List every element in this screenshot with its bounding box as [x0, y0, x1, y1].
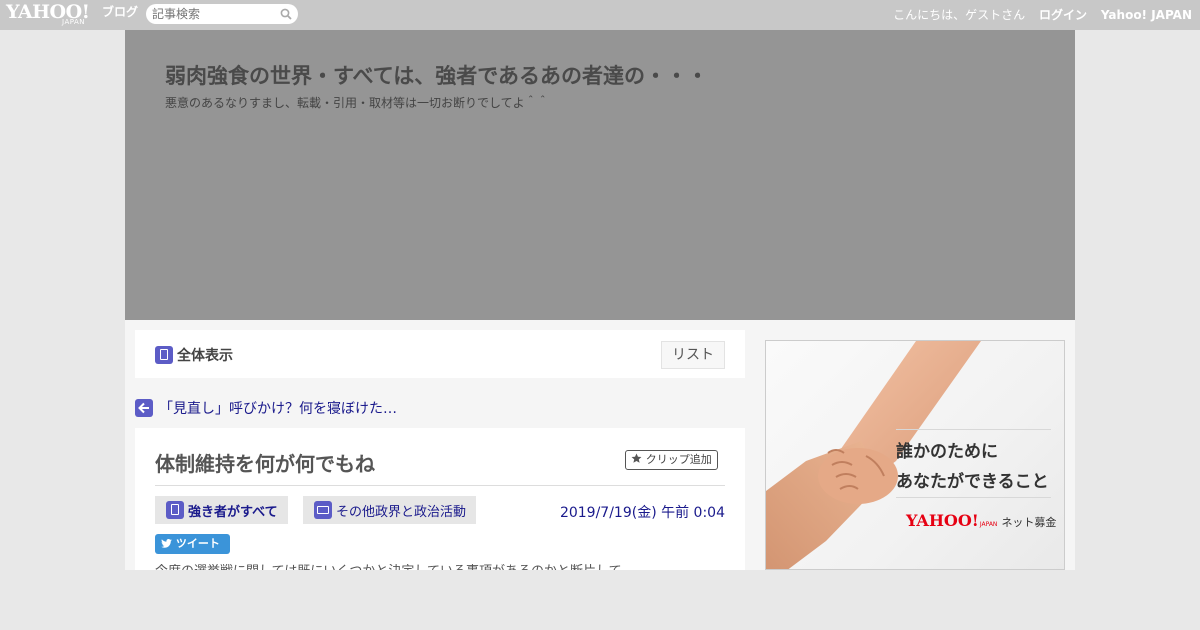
yahoo-blog-logo[interactable]: YAHOO! JAPAN ブログ — [6, 2, 142, 28]
article-date: 2019/7/19(金) 午前 0:04 — [559, 505, 725, 521]
logo-japan-text: JAPAN — [62, 18, 86, 26]
clip-add-label: クリップ追加 — [645, 453, 712, 466]
ad-brand: YAHOO! JAPAN ネット募金 — [906, 511, 1056, 530]
book-icon — [166, 501, 184, 519]
category-tag[interactable]: その他政界と政治活動 — [303, 496, 477, 524]
ad-rule-top — [896, 429, 1051, 430]
article-card: 体制維持を何が何でもね クリップ追加 強き者がすべて その他政界と政治活動 20… — [135, 428, 745, 570]
folder-icon — [314, 501, 332, 519]
guest-greeting: こんにちは、ゲストさん — [893, 8, 1026, 22]
ad-copy-line1: 誰かのために — [896, 442, 998, 462]
ad-brand-yahoo: YAHOO! — [906, 511, 979, 530]
tweet-button[interactable]: ツイート — [155, 534, 230, 554]
list-view-button[interactable]: リスト — [661, 341, 725, 369]
user-links: こんにちは、ゲストさん ログイン Yahoo! JAPAN — [893, 0, 1192, 30]
twitter-bird-icon — [161, 539, 172, 548]
sidebar-ad-banner[interactable]: 誰かのために あなたができること YAHOO! JAPAN ネット募金 — [765, 340, 1065, 570]
star-icon — [631, 453, 642, 463]
theme-tag[interactable]: 強き者がすべて — [155, 496, 288, 524]
view-mode-bar: 全体表示 リスト — [135, 330, 745, 378]
search-input[interactable] — [152, 6, 272, 22]
show-all-link[interactable]: 全体表示 — [155, 345, 233, 365]
clip-add-button[interactable]: クリップ追加 — [625, 450, 718, 470]
blog-header-banner: 弱肉強食の世界・すべては、強者であるあの者達の・・・ 悪意のあるなりすまし、転載… — [125, 30, 1075, 320]
ad-brand-service: ネット募金 — [1001, 516, 1057, 529]
theme-label: 強き者がすべて — [188, 504, 278, 520]
ad-rule-bottom — [896, 497, 1051, 498]
arrow-left-icon — [135, 399, 153, 417]
page-bottom-background — [0, 570, 1200, 630]
category-label: その他政界と政治活動 — [336, 504, 467, 520]
previous-article-link[interactable]: 「見直し」呼びかけ？何を寝ぼけた… — [135, 398, 397, 418]
ad-brand-japan: JAPAN — [979, 521, 998, 528]
logo-blog-text: ブログ — [102, 5, 139, 19]
blog-description: 悪意のあるなりすまし、転載・引用・取材等は一切お断りでしてよ＾＾ — [165, 96, 549, 110]
blog-title[interactable]: 弱肉強食の世界・すべては、強者であるあの者達の・・・ — [165, 60, 708, 90]
previous-article-title: 「見直し」呼びかけ？何を寝ぼけた… — [159, 401, 397, 417]
tweet-label: ツイート — [175, 537, 220, 550]
book-icon — [155, 346, 173, 364]
login-link[interactable]: ログイン — [1039, 8, 1087, 22]
yahoo-japan-link[interactable]: Yahoo! JAPAN — [1101, 8, 1192, 22]
main-column: 全体表示 リスト 「見直し」呼びかけ？何を寝ぼけた… 体制維持を何が何でもね ク… — [135, 320, 745, 570]
show-all-label: 全体表示 — [177, 348, 233, 364]
search-icon[interactable] — [280, 8, 292, 20]
ad-copy-line2: あなたができること — [896, 472, 1049, 492]
top-navigation-bar: YAHOO! JAPAN ブログ こんにちは、ゲストさん ログイン Yahoo!… — [0, 0, 1200, 30]
article-search-box — [146, 4, 298, 24]
content-area: 全体表示 リスト 「見直し」呼びかけ？何を寝ぼけた… 体制維持を何が何でもね ク… — [125, 320, 1075, 570]
article-title[interactable]: 体制維持を何が何でもね — [155, 448, 375, 477]
title-divider — [155, 485, 725, 486]
